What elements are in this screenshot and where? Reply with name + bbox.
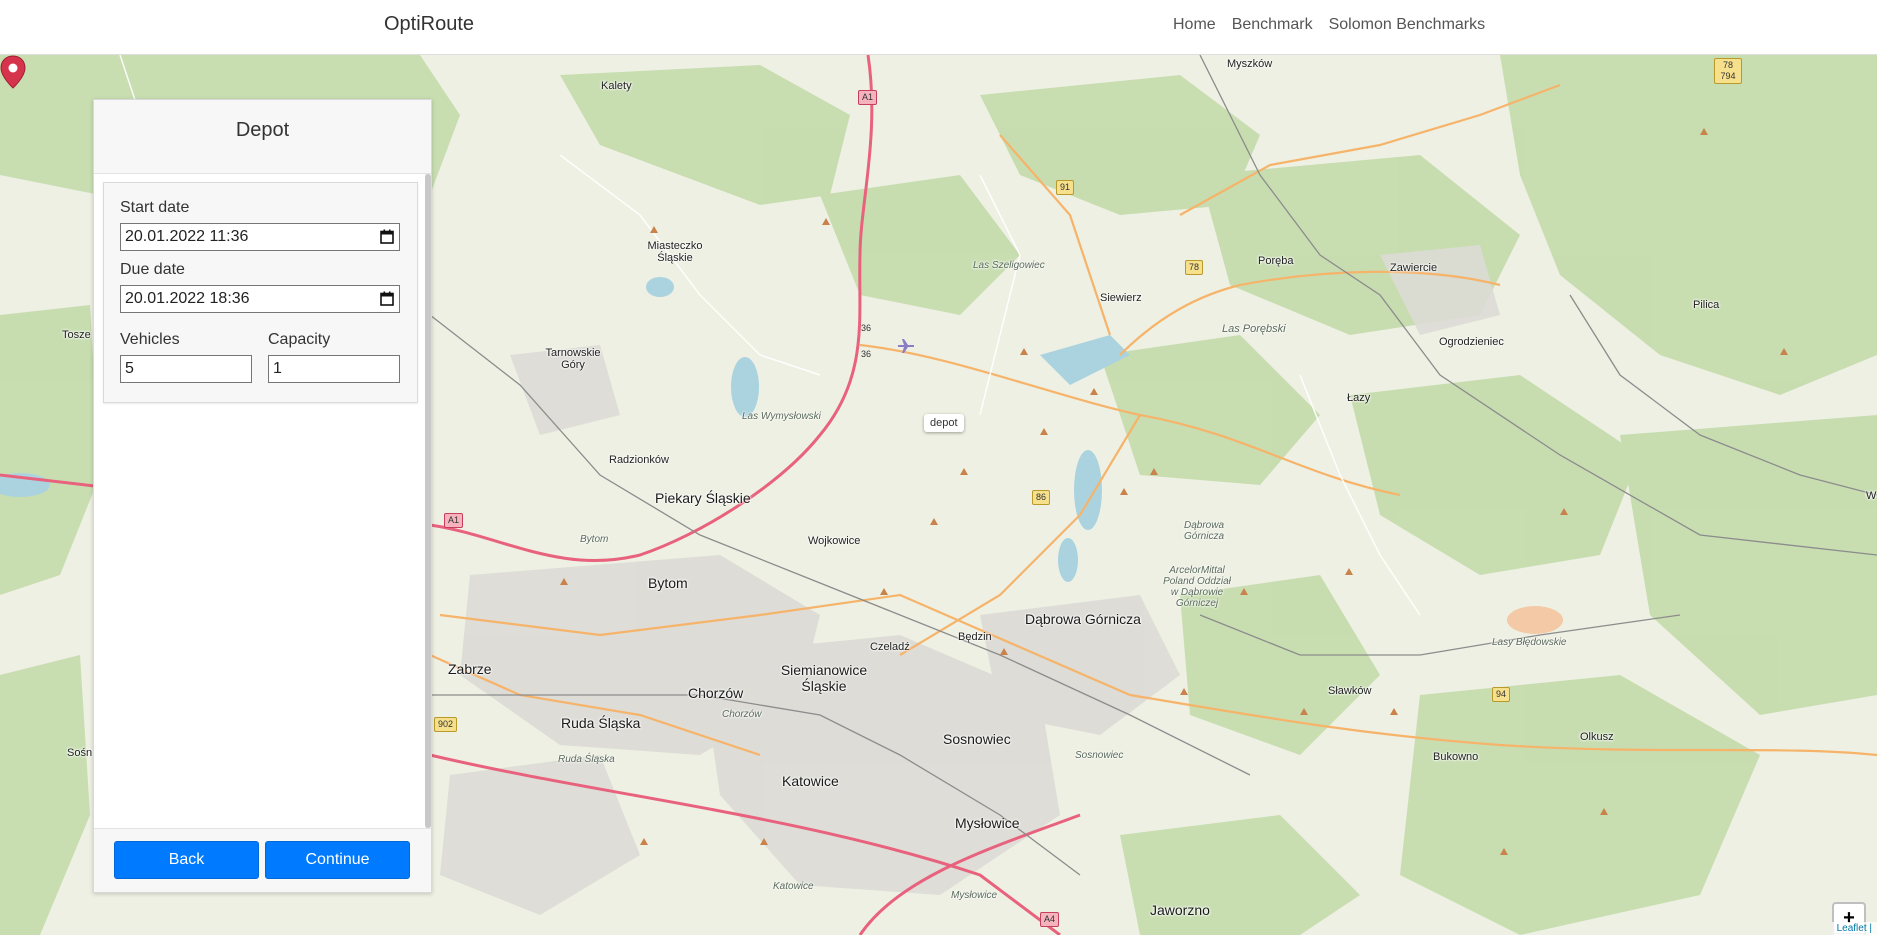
area-label: Katowice <box>773 881 814 892</box>
place-label: Czeladź <box>870 641 910 653</box>
place-label: Ogrodzieniec <box>1439 336 1504 348</box>
area-label: Mysłowice <box>951 890 998 901</box>
panel-scrollbar[interactable] <box>425 174 431 828</box>
calendar-icon[interactable] <box>380 291 394 306</box>
road-shield: 36 <box>861 323 872 333</box>
place-label: Kalety <box>601 80 632 92</box>
capacity-input[interactable]: 1 <box>268 355 400 383</box>
calendar-icon[interactable] <box>380 229 394 244</box>
road-shield: 78 <box>1185 260 1204 275</box>
panel-title: Depot <box>235 119 290 141</box>
scrollbar-thumb[interactable] <box>425 174 431 828</box>
nav-link-solomon-benchmarks[interactable]: Solomon Benchmarks <box>1329 16 1486 34</box>
road-shield: 86 <box>1032 490 1051 505</box>
road-shield: A4 <box>1040 912 1060 927</box>
place-label: Zawiercie <box>1390 262 1438 274</box>
road-shield: 91 <box>1056 180 1075 195</box>
due-date-label: Due date <box>120 261 185 278</box>
vehicles-input[interactable]: 5 <box>120 355 252 383</box>
place-label: Siewierz <box>1100 292 1142 304</box>
capacity-label: Capacity <box>268 331 331 348</box>
panel-header: Depot <box>94 100 431 174</box>
area-label: Las Porębski <box>1222 323 1286 335</box>
place-label: Dąbrowa Górnicza <box>1025 611 1141 627</box>
place-label: Siemianowice Śląskie <box>780 662 868 694</box>
place-label: Bukowno <box>1433 751 1479 763</box>
place-label: Tosze <box>62 329 91 341</box>
map-marker-icon[interactable] <box>0 55 26 89</box>
place-label: Olkusz <box>1580 731 1614 743</box>
place-label: Będzin <box>958 631 992 643</box>
road-shield: 78 794 <box>1714 58 1742 84</box>
nav-link-benchmark[interactable]: Benchmark <box>1232 16 1313 34</box>
depot-panel: Depot Start date 20.01.2022 11:36 Due da… <box>93 99 432 893</box>
area-label: Chorzów <box>722 709 762 720</box>
area-label: Sosnowiec <box>1075 750 1124 761</box>
area-label: Las Szeligowiec <box>973 260 1045 271</box>
area-label: Las Wymysłowski <box>742 411 821 422</box>
vehicles-label: Vehicles <box>120 331 180 348</box>
leaflet-attribution-link[interactable]: Leaflet | <box>1831 922 1877 935</box>
navbar: OptiRoute Home Benchmark Solomon Benchma… <box>0 0 1877 55</box>
area-label: Bytom <box>580 534 609 545</box>
place-label: W <box>1866 490 1877 502</box>
back-button[interactable]: Back <box>114 841 259 879</box>
nav-link-home[interactable]: Home <box>1173 16 1216 34</box>
area-label: Ruda Śląska <box>558 754 615 765</box>
road-shield: A1 <box>858 90 878 105</box>
road-shield: 902 <box>434 717 458 732</box>
brand-logo[interactable]: OptiRoute <box>384 13 474 36</box>
start-date-label: Start date <box>120 199 190 216</box>
start-date-value: 20.01.2022 11:36 <box>125 228 249 245</box>
road-shield: 36 <box>861 349 872 359</box>
place-label: Radzionków <box>609 454 669 466</box>
area-label: Dąbrowa Górnicza <box>1183 520 1225 542</box>
start-date-input[interactable]: 20.01.2022 11:36 <box>120 223 400 251</box>
place-label: Bytom <box>648 575 688 591</box>
place-label: Mysłowice <box>955 815 1020 831</box>
place-label: Pilica <box>1693 299 1720 311</box>
place-label: Jaworzno <box>1150 902 1210 918</box>
place-label: Chorzów <box>688 685 744 701</box>
place-label: Wojkowice <box>808 535 861 547</box>
place-label: Katowice <box>782 773 839 789</box>
place-label: Łazy <box>1347 392 1371 404</box>
nav-links: Home Benchmark Solomon Benchmarks <box>1173 16 1485 34</box>
panel-body: Start date 20.01.2022 11:36 Due date 20.… <box>94 174 431 828</box>
continue-button[interactable]: Continue <box>265 841 410 879</box>
due-date-value: 20.01.2022 18:36 <box>125 290 250 307</box>
marker-tooltip: depot <box>924 414 964 432</box>
place-label: Miasteczko Śląskie <box>647 240 703 264</box>
place-label: Piekary Śląskie <box>655 490 751 506</box>
place-label: Ruda Śląska <box>561 715 641 731</box>
place-label: Sosnowiec <box>943 731 1011 747</box>
place-label: Tarnowskie Góry <box>545 347 601 371</box>
road-shield: A1 <box>444 513 464 528</box>
place-label: Sośn <box>67 747 93 759</box>
area-label: Lasy Błędowskie <box>1492 637 1567 648</box>
area-label: ArcelorMittal Poland Oddział w Dąbrowie … <box>1163 565 1231 609</box>
place-label: Zabrze <box>448 661 492 677</box>
vehicles-value: 5 <box>125 360 134 377</box>
panel-footer: Back Continue <box>94 828 431 892</box>
place-label: Poręba <box>1258 255 1294 267</box>
place-label: Sławków <box>1328 685 1372 697</box>
road-shield: 94 <box>1492 687 1511 702</box>
place-label: Myszków <box>1227 58 1273 70</box>
capacity-value: 1 <box>273 360 282 377</box>
due-date-input[interactable]: 20.01.2022 18:36 <box>120 285 400 313</box>
depot-form: Start date 20.01.2022 11:36 Due date 20.… <box>103 182 418 403</box>
